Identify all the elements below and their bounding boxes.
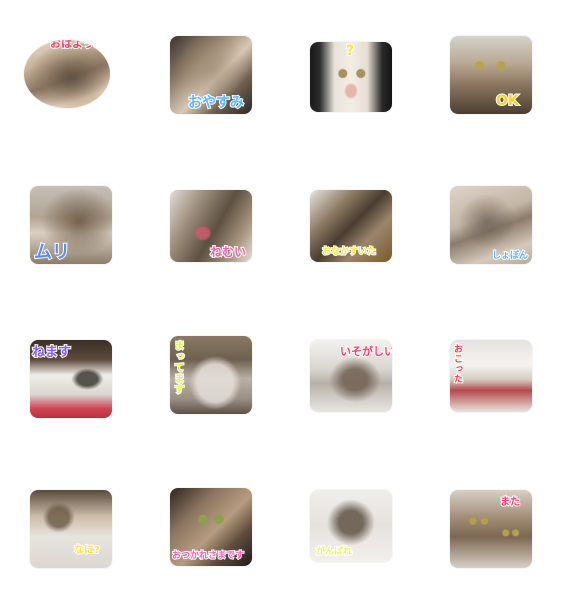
sticker-ok[interactable]: OK (450, 36, 532, 114)
sticker-muri[interactable]: ムリ (30, 186, 112, 264)
sticker-oyasumi[interactable]: おやすみ (170, 36, 252, 114)
sticker-isogashii[interactable]: いそがしい (310, 340, 392, 412)
sticker-caption: ねむい (209, 245, 247, 259)
sticker-caption: ムリ (33, 242, 71, 263)
sticker-ganbare[interactable]: がんばれ (310, 490, 392, 562)
sticker-caption: おつかれさまです (171, 551, 245, 562)
sticker-caption: おこった (451, 343, 463, 385)
sticker-caption: おやすみ (187, 95, 245, 111)
sticker-ohayou[interactable]: おはよう (24, 40, 110, 108)
sticker-caption: ねます (31, 345, 72, 360)
sticker-caption: おはよう (49, 40, 95, 50)
sticker-nemui[interactable]: ねむい (170, 190, 252, 262)
sticker-caption: なに? (73, 545, 101, 557)
sticker-caption: OK (495, 93, 520, 109)
sticker-shobon[interactable]: しょぼん (450, 186, 532, 264)
sticker-nani[interactable]: なに? (30, 490, 112, 568)
sticker-otsukaresamadesu[interactable]: おつかれさまです (170, 488, 252, 566)
cat-photo (450, 340, 532, 412)
sticker-caption: がんばれ (315, 547, 353, 558)
sticker-caption: しょぼん (491, 251, 529, 262)
sticker-onakasuita[interactable]: おなかすいた (310, 190, 392, 262)
sticker-okotta[interactable]: おこった (450, 340, 532, 412)
sticker-question[interactable]: ? (310, 42, 392, 112)
sticker-mata[interactable]: また (450, 490, 532, 568)
sticker-grid: おはよう おやすみ ? OK ムリ ねむい おなかすいた しょぼん ねます まっ… (0, 0, 562, 600)
sticker-caption: また (499, 497, 521, 509)
sticker-caption: いそがしい (339, 345, 392, 358)
sticker-caption: ? (345, 43, 355, 59)
sticker-nemasu[interactable]: ねます (30, 340, 112, 418)
sticker-caption: おなかすいた (321, 247, 377, 258)
sticker-caption: まってます (171, 339, 184, 396)
sticker-mattemasu[interactable]: まってます (170, 336, 252, 414)
